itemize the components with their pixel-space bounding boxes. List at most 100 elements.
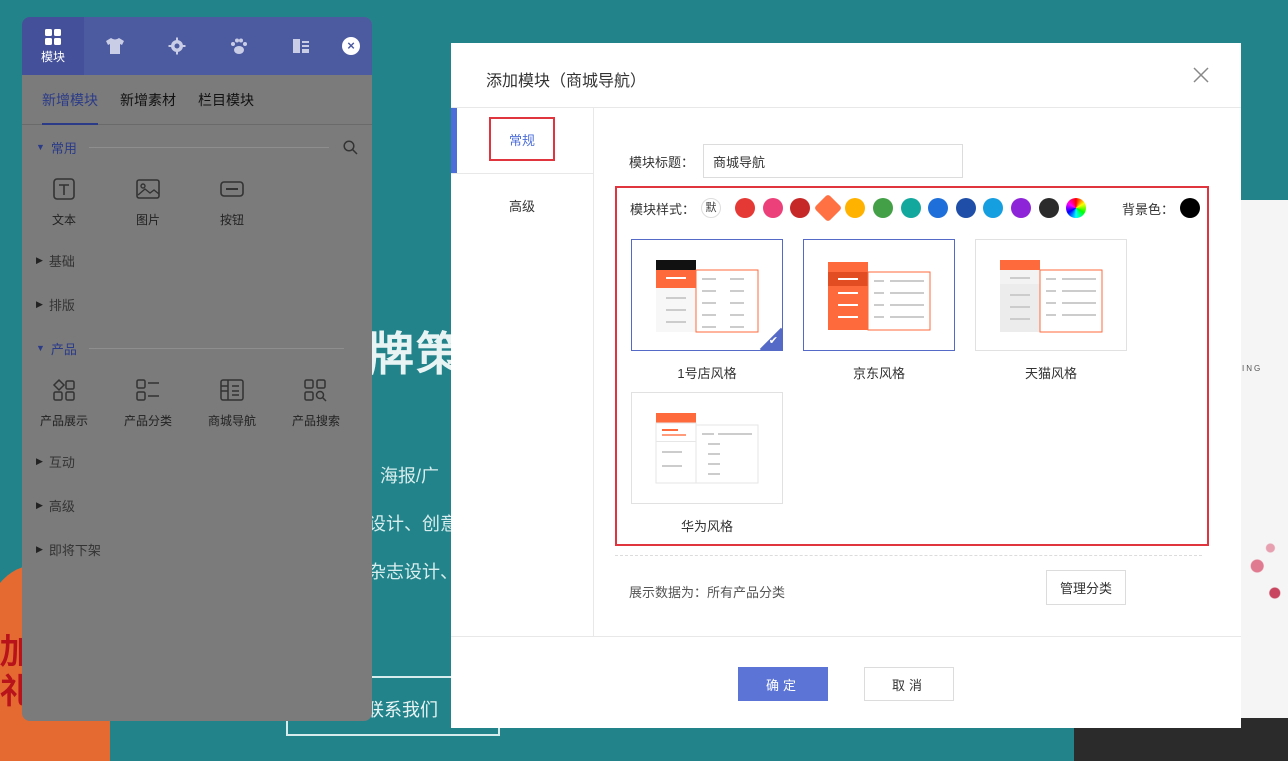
tab-advanced[interactable]: 高级: [451, 173, 593, 238]
style-thumbnail: [803, 239, 955, 351]
section-advanced[interactable]: ▶ 高级: [22, 483, 372, 527]
panel-tab-pages[interactable]: [270, 17, 332, 75]
grid-icon: [45, 28, 61, 45]
swatch-default[interactable]: 默: [701, 198, 722, 218]
swatch-color[interactable]: [790, 198, 811, 218]
style-preview-image: [1000, 260, 1103, 333]
style-preview-image: [828, 262, 931, 331]
swatch-color[interactable]: [955, 198, 976, 218]
dialog-body: 模块标题： 模块样式： 默 背景色：: [594, 108, 1241, 636]
module-panel: 模块 × 新增模块 新增素材 栏目模块 ▼ 常用 文本 图片 按钮 ▶ 基础 ▶…: [22, 17, 372, 721]
divider: [88, 347, 344, 349]
product-display-icon: [52, 378, 75, 401]
section-offline[interactable]: ▶ 即将下架: [22, 527, 372, 571]
caret-right-icon: ▶: [36, 543, 43, 554]
style-card-title: 华为风格: [680, 519, 733, 534]
style-thumbnail: ✔: [631, 239, 783, 351]
subtab-new-material[interactable]: 新增素材: [120, 75, 176, 125]
text-icon: [53, 178, 75, 200]
search-icon[interactable]: [343, 139, 358, 155]
swatch-color[interactable]: [1038, 198, 1059, 218]
style-highlight-box: 模块样式： 默 背景色： ✔ 1号店风格 京东风格 天猫风格 华为风格: [615, 186, 1209, 546]
dialog-side-tabs: 常规 高级: [451, 108, 594, 636]
swatch-color[interactable]: [1010, 198, 1031, 218]
swatch-color[interactable]: [735, 198, 756, 218]
style-card-huawei[interactable]: 华为风格: [631, 392, 783, 535]
bg-flower-decoration: [1244, 530, 1288, 620]
swatch-color[interactable]: [845, 198, 866, 218]
module-label: 产品分类: [123, 414, 172, 428]
module-button[interactable]: 按钮: [190, 175, 274, 228]
subtab-column-module[interactable]: 栏目模块: [198, 75, 254, 125]
cancel-button[interactable]: 取消: [864, 667, 954, 701]
module-title-label: 模块标题：: [629, 154, 695, 170]
module-label: 商城导航: [207, 414, 256, 428]
style-card-title: 1号店风格: [677, 366, 737, 381]
section-common[interactable]: ▼ 常用: [22, 125, 372, 169]
module-product-search[interactable]: 产品搜索: [274, 376, 358, 429]
paw-icon: [231, 38, 247, 54]
dialog-footer: 确定 取消: [451, 636, 1241, 728]
swatch-color[interactable]: [872, 198, 893, 218]
section-layout[interactable]: ▶ 排版: [22, 282, 372, 326]
tab-general[interactable]: 常规: [451, 108, 593, 173]
module-image[interactable]: 图片: [106, 175, 190, 228]
module-product-category[interactable]: 产品分类: [106, 376, 190, 429]
confirm-button[interactable]: 确定: [738, 667, 828, 701]
swatch-custom-color[interactable]: [1066, 198, 1087, 218]
section-basic[interactable]: ▶ 基础: [22, 238, 372, 282]
swatch-color[interactable]: [928, 198, 949, 218]
module-label: 产品搜索: [291, 414, 340, 428]
module-title-row: 模块标题：: [629, 144, 963, 178]
image-icon: [136, 179, 160, 199]
module-text[interactable]: 文本: [22, 175, 106, 228]
swatch-color[interactable]: [983, 198, 1004, 218]
style-card-jd[interactable]: 京东风格: [803, 239, 955, 382]
bg-text-line: 杂志设计、: [368, 562, 458, 582]
swatch-color[interactable]: [900, 198, 921, 218]
data-source-info: 展示数据为：所有产品分类: [629, 585, 786, 600]
check-icon: ✔: [768, 335, 778, 347]
section-title: 高级: [48, 498, 75, 514]
common-module-grid: 文本 图片 按钮: [22, 169, 372, 238]
dialog-header: 添加模块（商城导航）: [451, 43, 1241, 108]
background-color-picker[interactable]: [1180, 198, 1200, 218]
panel-top-bar: 模块 ×: [22, 17, 372, 75]
swatch-color[interactable]: [762, 198, 783, 218]
module-label: 按钮: [219, 213, 244, 227]
panel-close-button[interactable]: ×: [342, 37, 360, 55]
button-icon: [220, 181, 244, 197]
product-module-grid: 产品展示 产品分类 商城导航 产品搜索: [22, 370, 372, 439]
module-product-display[interactable]: 产品展示: [22, 376, 106, 429]
dialog-title: 添加模块（商城导航）: [486, 73, 647, 90]
manage-categories-button[interactable]: 管理分类: [1046, 570, 1126, 605]
section-title: 排版: [48, 297, 75, 313]
caret-down-icon: ▼: [36, 142, 45, 152]
style-thumbnail: [631, 392, 783, 504]
style-card-title: 京东风格: [852, 366, 905, 381]
style-card-yhd[interactable]: ✔ 1号店风格: [631, 239, 783, 382]
subtab-new-module[interactable]: 新增模块: [42, 75, 98, 125]
module-label: 图片: [135, 213, 160, 227]
style-card-tmall[interactable]: 天猫风格: [975, 239, 1127, 382]
bg-right-image: [1240, 200, 1288, 761]
product-search-icon: [304, 379, 327, 402]
panel-tab-modules[interactable]: 模块: [22, 17, 84, 75]
swatch-color[interactable]: [813, 193, 842, 223]
bg-text-line: 设计、创意: [368, 514, 458, 534]
bg-text-line: 海报/广: [380, 466, 440, 486]
section-interact[interactable]: ▶ 互动: [22, 439, 372, 483]
close-icon[interactable]: [1191, 65, 1211, 85]
module-title-input[interactable]: [703, 144, 963, 178]
section-title: 基础: [48, 253, 75, 269]
add-module-dialog: 添加模块（商城导航） 常规 高级 模块标题： 模块样式： 默: [451, 43, 1241, 728]
panel-tab-settings[interactable]: [146, 17, 208, 75]
caret-right-icon: ▶: [36, 298, 43, 309]
divider: [615, 555, 1202, 556]
panel-tab-theme[interactable]: [84, 17, 146, 75]
section-title: 即将下架: [48, 542, 101, 558]
section-product[interactable]: ▼ 产品: [22, 326, 372, 370]
panel-tab-pets[interactable]: [208, 17, 270, 75]
mall-navigation-icon: [220, 379, 244, 401]
module-mall-navigation[interactable]: 商城导航: [190, 376, 274, 429]
